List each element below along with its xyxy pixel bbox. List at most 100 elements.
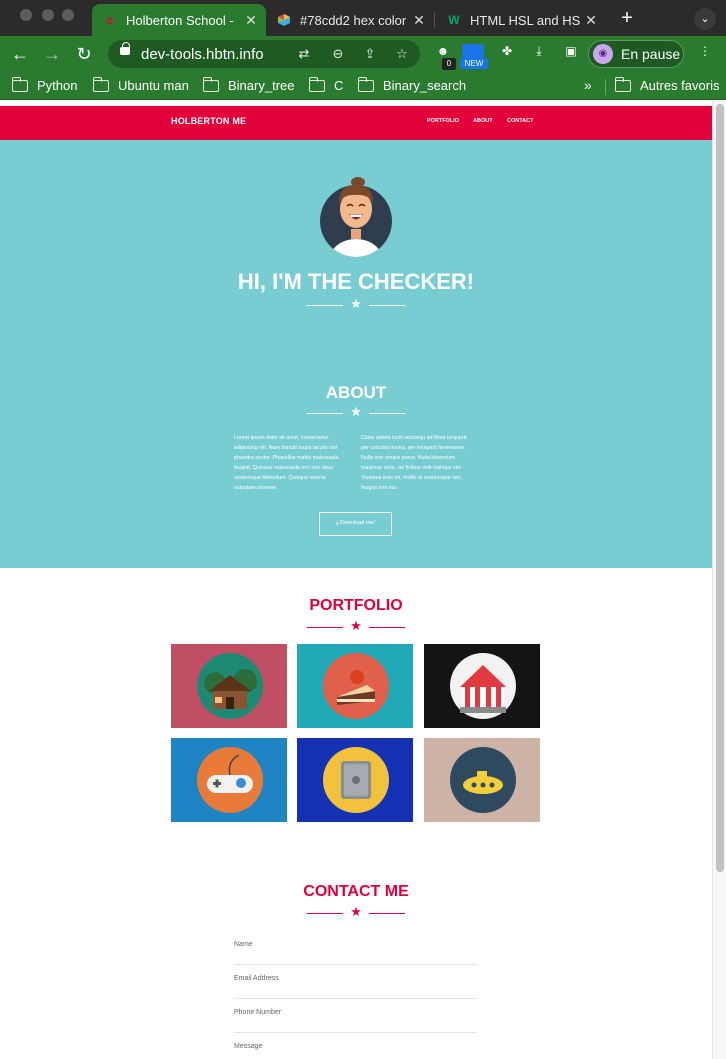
email-field[interactable]: Email Address xyxy=(234,965,477,999)
portfolio-title: PORTFOLIO xyxy=(309,597,403,614)
portfolio-item-circus[interactable] xyxy=(424,644,540,728)
email-placeholder: Email Address xyxy=(234,975,279,982)
submarine-icon xyxy=(450,747,516,813)
lock-icon xyxy=(120,42,130,55)
folder-icon xyxy=(92,76,109,92)
download-icon[interactable]: ⤓ xyxy=(528,44,550,64)
tab-holberton[interactable]: ƨ Holberton School - ✕ xyxy=(92,4,266,36)
close-icon[interactable]: ✕ xyxy=(582,12,600,29)
folder-icon xyxy=(11,76,28,92)
cabin-icon xyxy=(197,653,263,719)
star-icon: ★ xyxy=(350,618,362,633)
window-zoom-button[interactable] xyxy=(62,9,74,21)
site-nav: HOLBERTON ME PORTFOLIO ABOUT CONTACT xyxy=(0,106,712,140)
name-placeholder: Name xyxy=(234,941,253,948)
bookmarks-bar: Python Ubuntu man Binary_tree C Binary_s… xyxy=(0,72,726,100)
tab-title: #78cdd2 hex color xyxy=(300,12,407,28)
star-icon: ★ xyxy=(350,904,362,919)
portfolio-item-cabin[interactable] xyxy=(171,644,287,728)
reload-icon[interactable]: ↻ xyxy=(72,42,96,66)
chevron-down-icon[interactable]: ⌄ xyxy=(694,8,716,30)
portfolio-item-submarine[interactable] xyxy=(424,738,540,822)
close-icon[interactable]: ✕ xyxy=(242,12,260,29)
bookmark-label: C xyxy=(334,78,344,93)
bookmark-star-icon[interactable]: ☆ xyxy=(394,46,410,62)
bookmark-other-favorites[interactable]: Autres favoris xyxy=(614,76,719,93)
message-field[interactable]: Message xyxy=(234,1033,477,1059)
name-field[interactable]: Name xyxy=(234,931,477,965)
about-text-left: Lorem ipsum dolor sit amet, consectetur … xyxy=(234,435,339,492)
extension-new-badge: NEW xyxy=(460,58,488,69)
folder-icon xyxy=(614,76,631,92)
browser-tab-bar: ƨ Holberton School - ✕ #78cdd2 hex color… xyxy=(0,0,726,36)
profile-label: En pause xyxy=(621,46,681,62)
portfolio-item-safe[interactable] xyxy=(297,738,413,822)
bookmark-label: Binary_search xyxy=(383,78,467,93)
safe-icon xyxy=(323,747,389,813)
zoom-icon[interactable]: ⊖ xyxy=(330,46,346,62)
hero-section: HI, I'M THE CHECKER! ★ ABOUT ★ Lorem ips… xyxy=(0,140,712,568)
folder-icon xyxy=(357,76,374,92)
portfolio-item-cake[interactable] xyxy=(297,644,413,728)
page-scrollbar[interactable] xyxy=(712,100,726,1059)
folder-icon xyxy=(202,76,219,92)
nav-about[interactable]: ABOUT xyxy=(473,118,493,124)
game-controller-icon xyxy=(197,747,263,813)
extensions-puzzle-icon[interactable]: ✤ xyxy=(496,44,518,64)
window-minimize-button[interactable] xyxy=(42,9,54,21)
bookmark-binary-search[interactable]: Binary_search xyxy=(357,76,467,93)
translate-icon[interactable]: ⇄ xyxy=(296,46,312,62)
contact-divider: ★ xyxy=(307,904,405,920)
bookmark-c[interactable]: C xyxy=(308,76,344,93)
bookmark-binary-tree[interactable]: Binary_tree xyxy=(202,76,295,93)
forward-arrow-icon[interactable]: → xyxy=(40,42,64,66)
star-icon: ★ xyxy=(350,296,362,311)
color-hex-icon xyxy=(276,12,292,28)
contact-title: CONTACT ME xyxy=(303,883,409,900)
more-menu-icon[interactable]: ⋮ xyxy=(694,44,716,64)
avatar: ◉ xyxy=(593,44,613,64)
window-close-button[interactable] xyxy=(20,9,32,21)
bookmarks-separator xyxy=(605,79,606,95)
tab-html-hsl[interactable]: W HTML HSL and HS ✕ xyxy=(436,4,606,36)
cake-icon xyxy=(323,653,389,719)
portfolio-divider: ★ xyxy=(307,618,405,634)
scrollbar-thumb[interactable] xyxy=(716,104,724,872)
page-viewport: HOLBERTON ME PORTFOLIO ABOUT CONTACT HI,… xyxy=(0,100,712,1059)
download-label: Download me! xyxy=(339,520,376,526)
hero-title: HI, I'M THE CHECKER! xyxy=(237,269,475,294)
checker-avatar xyxy=(320,177,392,257)
w3schools-icon: W xyxy=(448,13,460,27)
portfolio-item-game[interactable] xyxy=(171,738,287,822)
close-icon[interactable]: ✕ xyxy=(410,12,428,29)
back-arrow-icon[interactable]: ← xyxy=(8,42,32,66)
bookmark-python[interactable]: Python xyxy=(11,76,78,93)
site-brand[interactable]: HOLBERTON ME xyxy=(171,116,246,126)
star-icon: ★ xyxy=(350,404,362,419)
nav-portfolio[interactable]: PORTFOLIO xyxy=(427,118,459,124)
hero-divider: ★ xyxy=(307,296,405,312)
about-text-right: Class aptent taciti sociosqu ad litora t… xyxy=(361,435,467,492)
tab-title: HTML HSL and HS xyxy=(470,12,581,28)
address-bar[interactable]: dev-tools.hbtn.info ⇄ ⊖ ⇪ ☆ xyxy=(108,40,420,68)
side-panel-icon[interactable]: ▣ xyxy=(560,44,582,64)
bookmark-label: Binary_tree xyxy=(228,78,295,93)
message-placeholder: Message xyxy=(234,1043,263,1050)
about-divider: ★ xyxy=(307,404,405,420)
bookmark-ubuntu-man[interactable]: Ubuntu man xyxy=(92,76,189,93)
url-text: dev-tools.hbtn.info xyxy=(141,46,264,63)
bookmarks-overflow-button[interactable]: » xyxy=(584,77,592,93)
bookmark-label: Python xyxy=(37,78,78,93)
extension-new-icon[interactable] xyxy=(462,44,484,58)
new-tab-icon[interactable]: + xyxy=(616,8,638,30)
about-title: ABOUT xyxy=(325,383,387,402)
profile-button[interactable]: ◉ En pause xyxy=(588,40,684,68)
share-icon[interactable]: ⇪ xyxy=(362,46,378,62)
phone-field[interactable]: Phone Number xyxy=(234,999,477,1033)
circus-tent-icon xyxy=(450,653,516,719)
tab-separator xyxy=(434,12,435,28)
nav-contact[interactable]: CONTACT xyxy=(507,118,533,124)
tab-title: Holberton School - xyxy=(126,12,234,28)
tab-hex-color[interactable]: #78cdd2 hex color ✕ xyxy=(266,4,434,36)
download-button[interactable]: ⤓ Download me! xyxy=(319,512,392,536)
